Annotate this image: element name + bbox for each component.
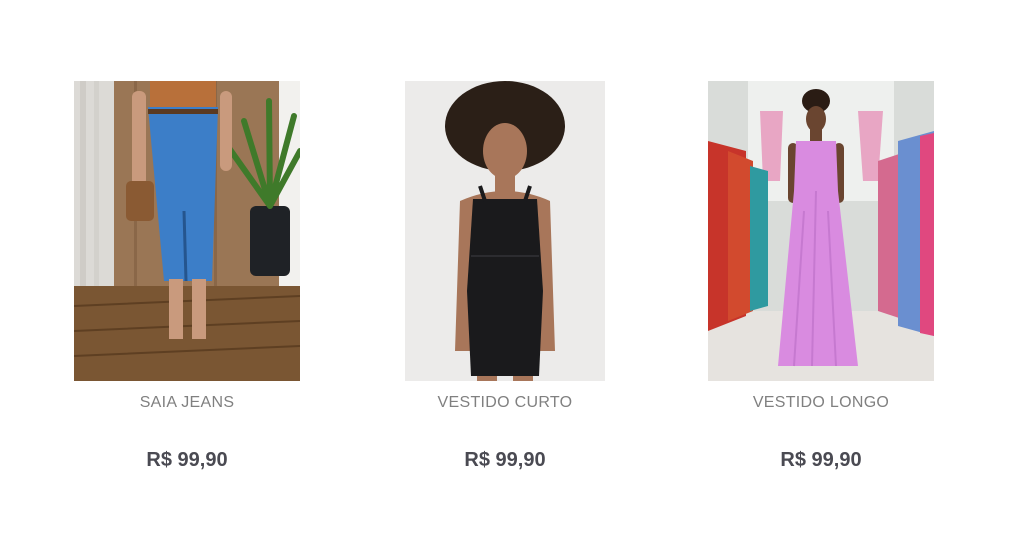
product-name[interactable]: SAIA JEANS: [140, 394, 235, 412]
product-photo-denim-skirt[interactable]: [74, 81, 300, 381]
product-grid: SAIA JEANS R$ 99,90 VESTIDO CURTO R$ 99,…: [0, 0, 1014, 544]
product-name[interactable]: VESTIDO CURTO: [438, 394, 573, 412]
product-card-vestido-longo[interactable]: VESTIDO LONGO R$ 99,90: [708, 81, 934, 471]
product-name[interactable]: VESTIDO LONGO: [753, 394, 889, 412]
product-card-vestido-curto[interactable]: VESTIDO CURTO R$ 99,90: [392, 81, 618, 471]
product-photo-black-short-dress[interactable]: [405, 81, 605, 381]
product-price: R$ 99,90: [780, 449, 862, 471]
product-price: R$ 99,90: [464, 449, 546, 471]
product-price: R$ 99,90: [146, 449, 228, 471]
product-card-saia-jeans[interactable]: SAIA JEANS R$ 99,90: [74, 81, 300, 471]
product-photo-pink-long-dress[interactable]: [708, 81, 934, 381]
